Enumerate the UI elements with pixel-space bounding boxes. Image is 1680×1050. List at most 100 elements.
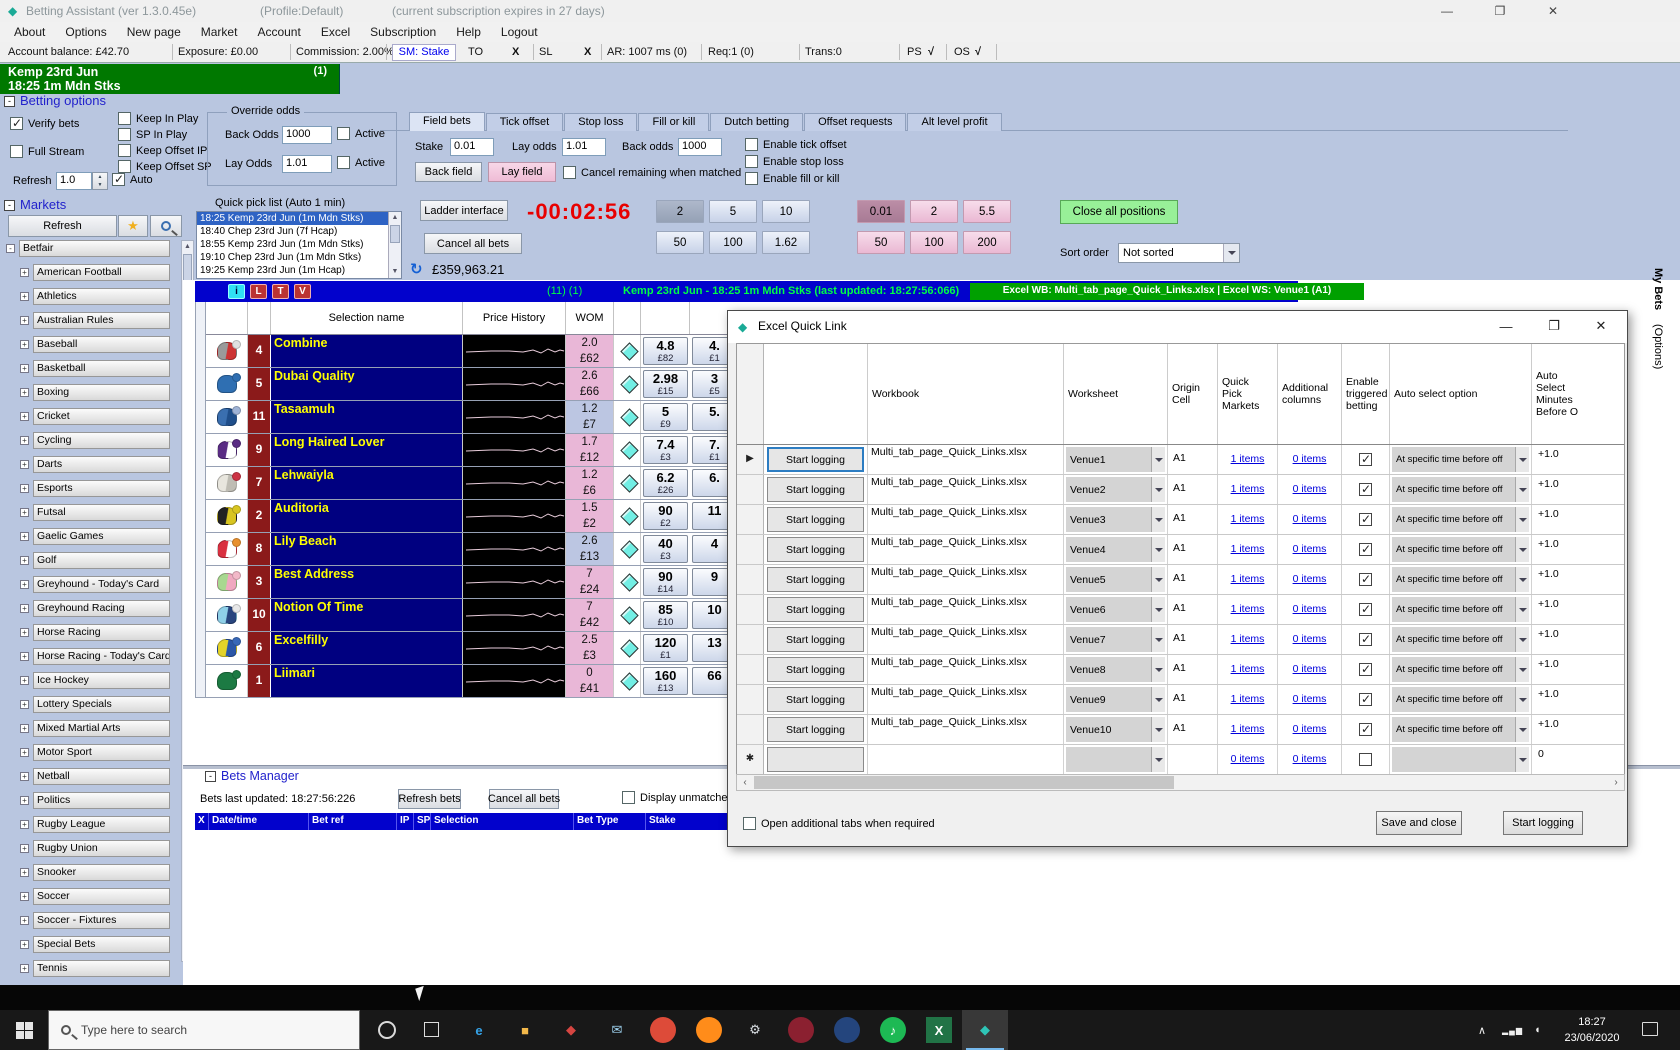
betting-assistant-icon[interactable]: ◆ <box>962 1010 1008 1050</box>
scroll-right-icon[interactable]: › <box>1608 775 1624 790</box>
quick-pick-markets-link[interactable]: 1 items <box>1218 483 1277 495</box>
start-logging-button[interactable] <box>767 747 864 772</box>
tab[interactable]: Field bets <box>409 112 485 131</box>
enable-triggered-checkbox[interactable] <box>1359 573 1372 586</box>
selection-name-cell[interactable]: Tasaamuh <box>271 401 463 433</box>
start-logging-button[interactable]: Start logging <box>767 717 864 742</box>
lay-active-checkbox[interactable]: Active <box>337 156 385 169</box>
sort-order-dropdown[interactable]: Not sorted <box>1118 243 1240 263</box>
ladder-button[interactable]: L <box>250 284 267 299</box>
to-x-icon[interactable]: X <box>512 46 519 58</box>
hedge-diamond-icon[interactable] <box>618 368 641 400</box>
hedge-diamond-icon[interactable] <box>618 335 641 367</box>
back-price-cell[interactable]: 2.98£15 <box>641 368 690 400</box>
back-active-checkbox[interactable]: Active <box>337 127 385 140</box>
expand-plus-icon[interactable]: + <box>20 868 29 877</box>
origin-cell[interactable]: A1 <box>1168 565 1218 594</box>
override-lay-odds-input[interactable]: 1.01 <box>282 155 332 173</box>
hedge-diamond-icon[interactable] <box>618 599 641 631</box>
quick-pick-item[interactable]: 18:55 Kemp 23rd Jun (1m Mdn Stks) <box>197 238 388 251</box>
worksheet-dropdown[interactable]: Venue2 <box>1066 477 1165 502</box>
back-stake-button[interactable]: 5 <box>709 200 757 223</box>
worksheet-dropdown[interactable] <box>1066 747 1165 772</box>
quick-pick-item[interactable]: 18:25 Kemp 23rd Jun (1m Mdn Stks) <box>197 212 388 225</box>
auto-select-option-dropdown[interactable]: At specific time before off <box>1392 597 1529 622</box>
excel-icon[interactable]: X <box>916 1010 962 1050</box>
market-tree-item[interactable]: + Snooker <box>20 864 170 881</box>
start-logging-button[interactable]: Start logging <box>767 567 864 592</box>
start-logging-button[interactable]: Start logging <box>767 597 864 622</box>
workbook-cell[interactable]: Multi_tab_page_Quick_Links.xlsx <box>868 715 1064 744</box>
auto-select-option-dropdown[interactable]: At specific time before off <box>1392 477 1529 502</box>
market-tree-item[interactable]: + Lottery Specials <box>20 696 170 713</box>
expand-plus-icon[interactable]: + <box>20 460 29 469</box>
enable-triggered-checkbox[interactable] <box>1359 513 1372 526</box>
selection-name-cell[interactable]: Lehwaiyla <box>271 467 463 499</box>
maximize-button[interactable]: ❐ <box>1485 2 1515 20</box>
enable-triggered-checkbox[interactable] <box>1359 483 1372 496</box>
worksheet-dropdown[interactable]: Venue6 <box>1066 597 1165 622</box>
auto-select-minutes-cell[interactable]: +1.0 <box>1532 715 1620 744</box>
menu-item[interactable]: About <box>4 22 55 42</box>
markets-collapse[interactable]: - <box>4 200 15 211</box>
quick-pick-markets-link[interactable]: 1 items <box>1218 633 1277 645</box>
menu-item[interactable]: Options <box>55 22 116 42</box>
auto-select-option-dropdown[interactable]: At specific time before off <box>1392 717 1529 742</box>
menu-item[interactable]: New page <box>117 22 191 42</box>
tab[interactable]: Fill or kill <box>638 113 709 131</box>
worksheet-dropdown[interactable]: Venue8 <box>1066 657 1165 682</box>
quick-pick-markets-link[interactable]: 1 items <box>1218 573 1277 585</box>
enable-tick-offset-checkbox[interactable]: Enable tick offset <box>745 138 847 151</box>
back-stake-button[interactable]: 1.62 <box>762 231 810 254</box>
expand-plus-icon[interactable]: + <box>20 604 29 613</box>
markets-refresh-button[interactable]: Refresh <box>8 215 117 237</box>
hedge-diamond-icon[interactable] <box>618 401 641 433</box>
menu-item[interactable]: Subscription <box>360 22 446 42</box>
expand-plus-icon[interactable]: + <box>20 796 29 805</box>
open-additional-tabs-checkbox[interactable]: Open additional tabs when required <box>743 817 935 830</box>
keep-in-play-checkbox[interactable]: Keep In Play <box>118 112 198 125</box>
market-tree-item[interactable]: + American Football <box>20 264 170 281</box>
cancel-all-bets-button[interactable]: Cancel all bets <box>424 233 522 254</box>
worksheet-dropdown[interactable]: Venue9 <box>1066 687 1165 712</box>
expand-plus-icon[interactable]: + <box>20 748 29 757</box>
auto-select-minutes-cell[interactable]: +1.0 <box>1532 535 1620 564</box>
expand-plus-icon[interactable]: + <box>20 628 29 637</box>
quick-pick-markets-link[interactable]: 1 items <box>1218 453 1277 465</box>
selection-name-cell[interactable]: Long Haired Lover <box>271 434 463 466</box>
back-price-cell[interactable]: 4.8£82 <box>641 335 690 367</box>
market-tree-item[interactable]: + Horse Racing <box>20 624 170 641</box>
auto-select-option-dropdown[interactable]: At specific time before off <box>1392 687 1529 712</box>
market-tree-item[interactable]: + Athletics <box>20 288 170 305</box>
market-tree-item[interactable]: + Politics <box>20 792 170 809</box>
additional-columns-link[interactable]: 0 items <box>1278 723 1341 735</box>
back-field-button[interactable]: Back field <box>415 162 482 182</box>
collapse-minus-icon[interactable]: - <box>6 244 15 253</box>
market-tree-item[interactable]: + Horse Racing - Today's Card <box>20 648 170 665</box>
market-tree-item[interactable]: + Baseball <box>20 336 170 353</box>
back-price-cell[interactable]: 85£10 <box>641 599 690 631</box>
additional-columns-link[interactable]: 0 items <box>1278 483 1341 495</box>
additional-columns-link[interactable]: 0 items <box>1278 663 1341 675</box>
betting-options-collapse[interactable]: - <box>4 96 15 107</box>
quick-pick-item[interactable]: 18:40 Chep 23rd Jun (7f Hcap) <box>197 225 388 238</box>
origin-cell[interactable]: A1 <box>1168 535 1218 564</box>
expand-plus-icon[interactable]: + <box>20 412 29 421</box>
market-tree-item[interactable]: + Netball <box>20 768 170 785</box>
workbook-cell[interactable]: Multi_tab_page_Quick_Links.xlsx <box>868 595 1064 624</box>
auto-select-minutes-cell[interactable]: 0 <box>1532 745 1620 774</box>
store-icon[interactable]: ◆ <box>548 1010 594 1050</box>
market-tree-item[interactable]: + Soccer - Fixtures <box>20 912 170 929</box>
tab[interactable]: Stop loss <box>564 113 637 131</box>
selection-name-cell[interactable]: Excelfilly <box>271 632 463 664</box>
expand-plus-icon[interactable]: + <box>20 964 29 973</box>
origin-cell[interactable]: A1 <box>1168 625 1218 654</box>
firefox-icon[interactable] <box>686 1010 732 1050</box>
additional-columns-link[interactable]: 0 items <box>1278 513 1341 525</box>
network-icon[interactable]: ▂▄▆ <box>1502 1010 1523 1050</box>
market-tree-item[interactable]: + Australian Rules <box>20 312 170 329</box>
trade-button[interactable]: T <box>272 284 289 299</box>
quick-pick-markets-link[interactable]: 1 items <box>1218 693 1277 705</box>
back-price-cell[interactable]: 160£13 <box>641 665 690 697</box>
lay-stake-button[interactable]: 50 <box>857 231 905 254</box>
